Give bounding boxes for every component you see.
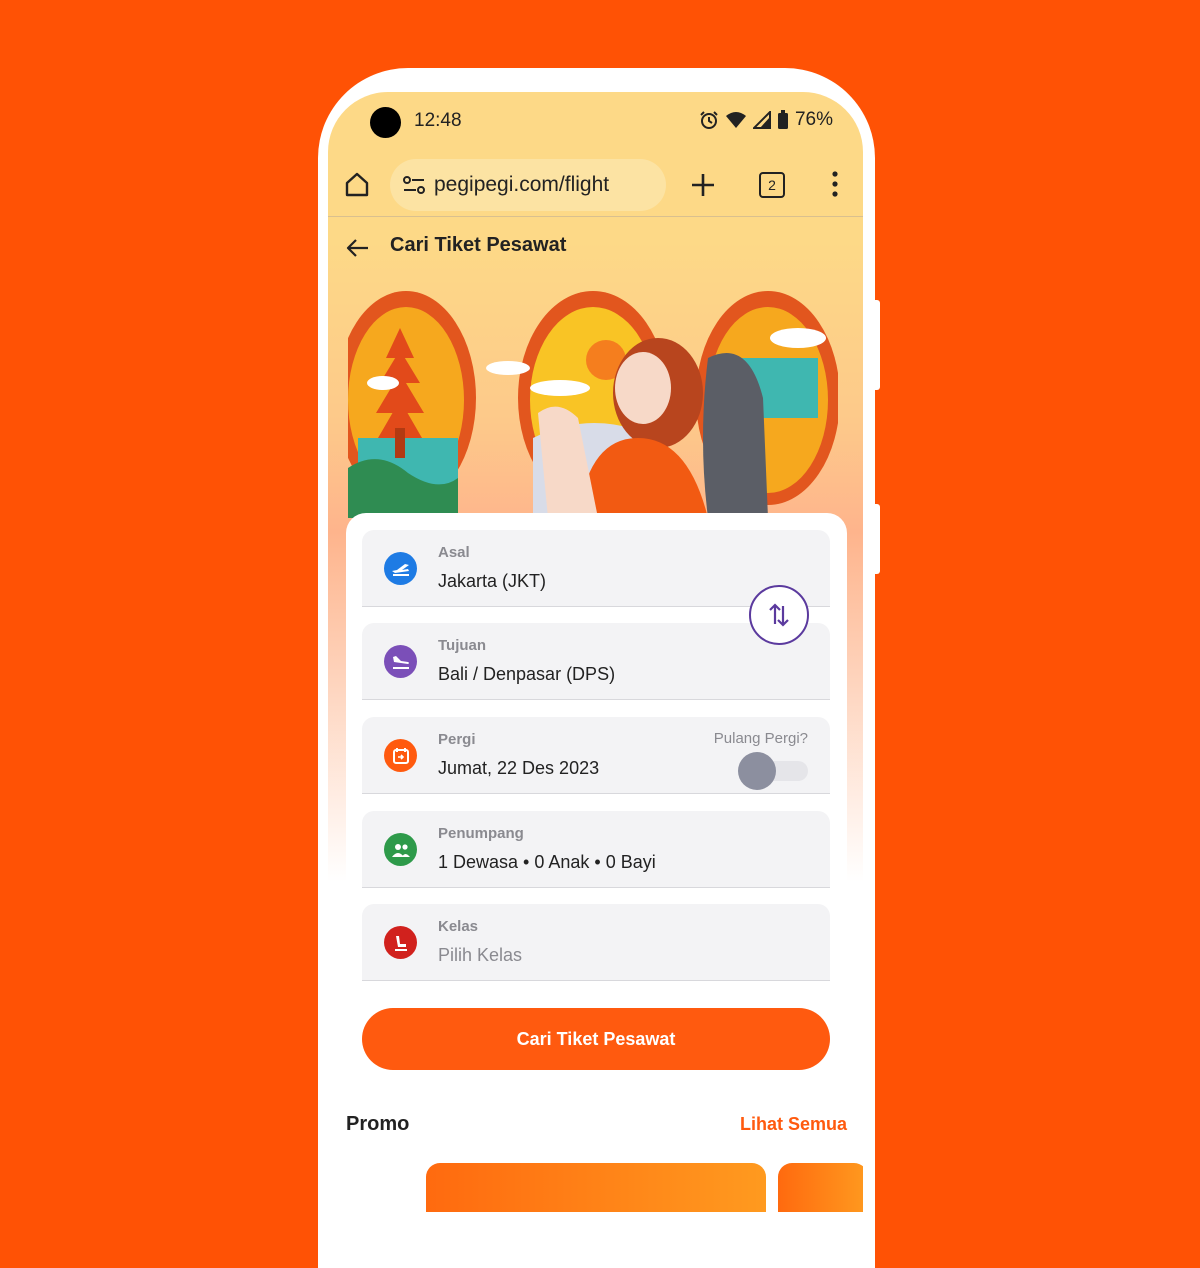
hero-illustration — [348, 291, 838, 518]
landing-icon — [384, 645, 417, 678]
signal-icon — [752, 111, 771, 129]
class-label: Kelas — [438, 918, 479, 935]
passengers-field[interactable]: Penumpang 1 Dewasa • 0 Anak • 0 Bayi — [362, 811, 830, 888]
promo-see-all-link[interactable]: Lihat Semua — [740, 1114, 847, 1135]
back-arrow-icon[interactable] — [345, 238, 369, 258]
calendar-icon — [384, 739, 417, 772]
phone-power-button — [875, 504, 880, 574]
page-title: Cari Tiket Pesawat — [390, 234, 567, 256]
wifi-icon — [725, 112, 746, 128]
toggle-knob — [738, 752, 776, 790]
passengers-value: 1 Dewasa • 0 Anak • 0 Bayi — [438, 852, 656, 872]
swap-button[interactable] — [749, 585, 809, 645]
status-time: 12:48 — [414, 110, 462, 131]
passengers-label: Penumpang — [438, 825, 524, 842]
seat-icon — [384, 926, 417, 959]
roundtrip-label: Pulang Pergi? — [713, 730, 808, 747]
swap-vertical-icon — [769, 603, 789, 627]
url-bar[interactable]: pegipegi.com/flight — [390, 159, 666, 211]
alarm-icon — [700, 111, 718, 129]
takeoff-icon — [384, 552, 417, 585]
promo-banner[interactable] — [426, 1163, 766, 1212]
origin-label: Asal — [438, 544, 470, 561]
tabs-icon[interactable]: 2 — [759, 172, 785, 198]
destination-label: Tujuan — [438, 637, 487, 654]
search-flights-button[interactable]: Cari Tiket Pesawat — [362, 1008, 830, 1070]
people-icon — [384, 833, 417, 866]
home-icon[interactable] — [344, 171, 370, 197]
more-vert-icon[interactable] — [831, 171, 839, 197]
origin-value: Jakarta (JKT) — [438, 571, 547, 591]
phone-frame: 12:48 76% pegipegi.com/flight 2 Cari Tik… — [318, 68, 880, 1268]
search-form-card: Asal Jakarta (JKT) Tujuan Bali / Denpasa… — [346, 513, 863, 1212]
departure-label: Pergi — [438, 731, 476, 748]
status-bar: 12:48 76% — [328, 92, 863, 152]
page-header: Cari Tiket Pesawat — [328, 218, 863, 272]
departure-value: Jumat, 22 Des 2023 — [438, 758, 600, 778]
plus-icon[interactable] — [691, 173, 715, 197]
phone-screen: 12:48 76% pegipegi.com/flight 2 Cari Tik… — [328, 92, 863, 1212]
departure-date-field[interactable]: Pergi Jumat, 22 Des 2023 Pulang Pergi? — [362, 717, 830, 794]
promo-banner[interactable] — [778, 1163, 863, 1212]
battery-icon — [777, 110, 788, 129]
destination-value: Bali / Denpasar (DPS) — [438, 664, 616, 684]
class-field[interactable]: Kelas Pilih Kelas — [362, 904, 830, 981]
browser-toolbar: pegipegi.com/flight 2 — [328, 150, 863, 216]
status-icons: 76% — [699, 109, 833, 131]
site-settings-icon[interactable] — [402, 175, 426, 195]
phone-volume-button — [875, 300, 880, 390]
tab-count: 2 — [768, 177, 776, 193]
url-text: pegipegi.com/flight — [434, 173, 610, 196]
promo-title: Promo — [346, 1113, 410, 1135]
roundtrip-toggle[interactable] — [738, 752, 810, 790]
class-placeholder: Pilih Kelas — [438, 945, 523, 965]
browser-divider — [328, 216, 863, 217]
front-camera — [370, 107, 401, 138]
battery-percent: 76% — [794, 109, 833, 130]
